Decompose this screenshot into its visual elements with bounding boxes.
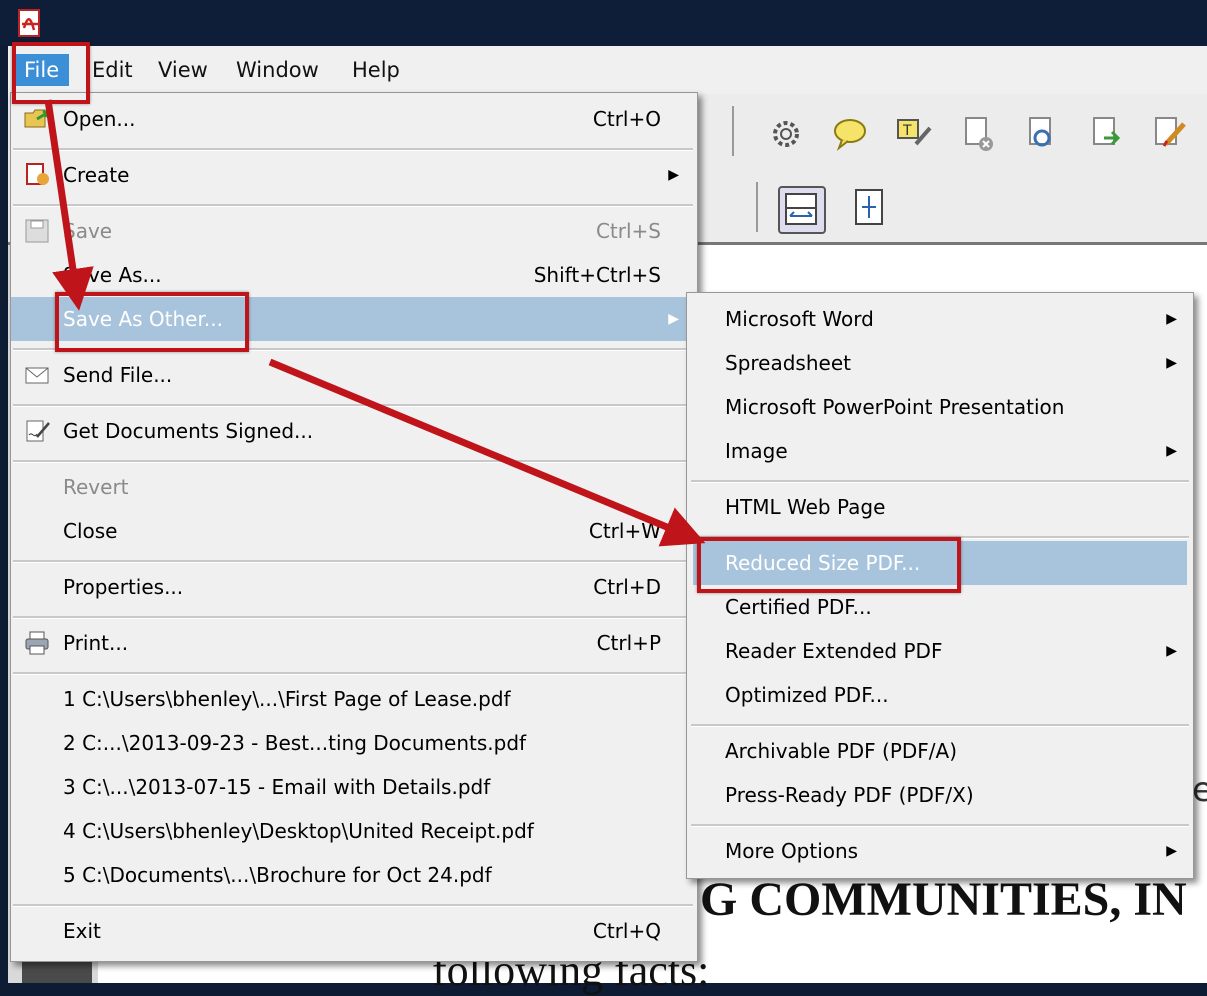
menu-item-save-as[interactable]: Save As... Shift+Ctrl+S — [11, 253, 697, 297]
title-bar — [0, 0, 1207, 46]
submenu-item-reader-extended-pdf[interactable]: Reader Extended PDF ▶ — [687, 629, 1193, 673]
gear-icon[interactable] — [766, 114, 806, 154]
submenu-arrow-icon: ▶ — [668, 167, 679, 183]
toolbar-separator — [732, 106, 734, 156]
recent-file-item[interactable]: 4 C:\Users\bhenley\Desktop\United Receip… — [11, 809, 697, 853]
submenu-item-powerpoint[interactable]: Microsoft PowerPoint Presentation — [687, 385, 1193, 429]
envelope-icon — [25, 367, 49, 384]
submenu-item-more-options[interactable]: More Options ▶ — [687, 829, 1193, 873]
submenu-arrow-icon: ▶ — [1166, 443, 1177, 459]
menu-item-save[interactable]: Save Ctrl+S — [11, 209, 697, 253]
menu-help[interactable]: Help — [342, 54, 410, 86]
edit-document-icon[interactable] — [1150, 114, 1190, 154]
save-disk-icon — [25, 219, 49, 243]
recent-file-item[interactable]: 5 C:\Documents\...\Brochure for Oct 24.p… — [11, 853, 697, 897]
menu-item-send-file[interactable]: Send File... — [11, 353, 697, 397]
menu-item-create[interactable]: Create ▶ — [11, 153, 697, 197]
rotate-page-icon[interactable] — [1022, 114, 1062, 154]
submenu-arrow-icon: ▶ — [1166, 643, 1177, 659]
submenu-item-optimized-pdf[interactable]: Optimized PDF... — [687, 673, 1193, 717]
menu-separator — [691, 724, 1189, 727]
menu-separator — [13, 404, 693, 407]
document-text-fragment: e — [1192, 770, 1207, 810]
menu-item-open[interactable]: Open... Ctrl+O — [11, 97, 697, 141]
file-menu: Open... Ctrl+O Create ▶ Save Ctrl+S Save… — [10, 92, 698, 962]
menu-view[interactable]: View — [148, 54, 218, 86]
menu-separator — [13, 148, 693, 151]
fit-width-icon[interactable] — [778, 186, 826, 234]
menu-separator — [13, 616, 693, 619]
menu-separator — [13, 904, 693, 907]
submenu-arrow-icon: ▶ — [1166, 843, 1177, 859]
delete-page-icon[interactable] — [958, 114, 998, 154]
menu-separator — [13, 672, 693, 675]
submenu-arrow-icon: ▶ — [1166, 311, 1177, 327]
submenu-arrow-icon: ▶ — [668, 311, 679, 327]
submenu-item-archivable-pdf[interactable]: Archivable PDF (PDF/A) — [687, 729, 1193, 773]
highlight-text-icon[interactable]: T — [894, 114, 934, 154]
annotation-box-save-as-other — [55, 292, 249, 352]
recent-file-item[interactable]: 3 C:\...\2013-07-15 - Email with Details… — [11, 765, 697, 809]
recent-file-item[interactable]: 2 C:...\2013-09-23 - Best...ting Documen… — [11, 721, 697, 765]
annotation-box-reduced-size-pdf — [697, 537, 961, 593]
create-pdf-icon — [26, 163, 49, 185]
menu-separator — [13, 560, 693, 563]
menu-separator — [13, 460, 693, 463]
menu-edit[interactable]: Edit — [82, 54, 143, 86]
menu-item-print[interactable]: Print... Ctrl+P — [11, 621, 697, 665]
menu-bar: File Edit View Window Help — [8, 46, 1207, 95]
svg-text:T: T — [902, 123, 912, 139]
toolbar-separator — [756, 182, 758, 232]
submenu-item-press-ready-pdf[interactable]: Press-Ready PDF (PDF/X) — [687, 773, 1193, 817]
recent-file-item[interactable]: 1 C:\Users\bhenley\...\First Page of Lea… — [11, 677, 697, 721]
annotation-box-file — [12, 42, 90, 104]
pdf-app-icon — [18, 9, 40, 37]
menu-item-get-documents-signed[interactable]: Get Documents Signed... — [11, 409, 697, 453]
menu-item-close[interactable]: Close Ctrl+W — [11, 509, 697, 553]
document-heading: G COMMUNITIES, IN — [700, 873, 1187, 926]
submenu-item-spreadsheet[interactable]: Spreadsheet ▶ — [687, 341, 1193, 385]
menu-separator — [691, 480, 1189, 483]
submenu-item-image[interactable]: Image ▶ — [687, 429, 1193, 473]
menu-item-exit[interactable]: Exit Ctrl+Q — [11, 909, 697, 953]
menu-item-revert[interactable]: Revert — [11, 465, 697, 509]
fit-page-icon[interactable] — [850, 186, 890, 226]
menu-separator — [13, 204, 693, 207]
menu-item-properties[interactable]: Properties... Ctrl+D — [11, 565, 697, 609]
menu-separator — [691, 824, 1189, 827]
extract-page-icon[interactable] — [1086, 114, 1126, 154]
menu-window[interactable]: Window — [226, 54, 329, 86]
comment-icon[interactable] — [830, 114, 870, 154]
submenu-item-html-web-page[interactable]: HTML Web Page — [687, 485, 1193, 529]
printer-icon — [25, 631, 49, 655]
submenu-arrow-icon: ▶ — [1166, 355, 1177, 371]
sign-document-icon — [26, 420, 50, 442]
open-folder-icon — [24, 109, 50, 128]
submenu-item-microsoft-word[interactable]: Microsoft Word ▶ — [687, 297, 1193, 341]
